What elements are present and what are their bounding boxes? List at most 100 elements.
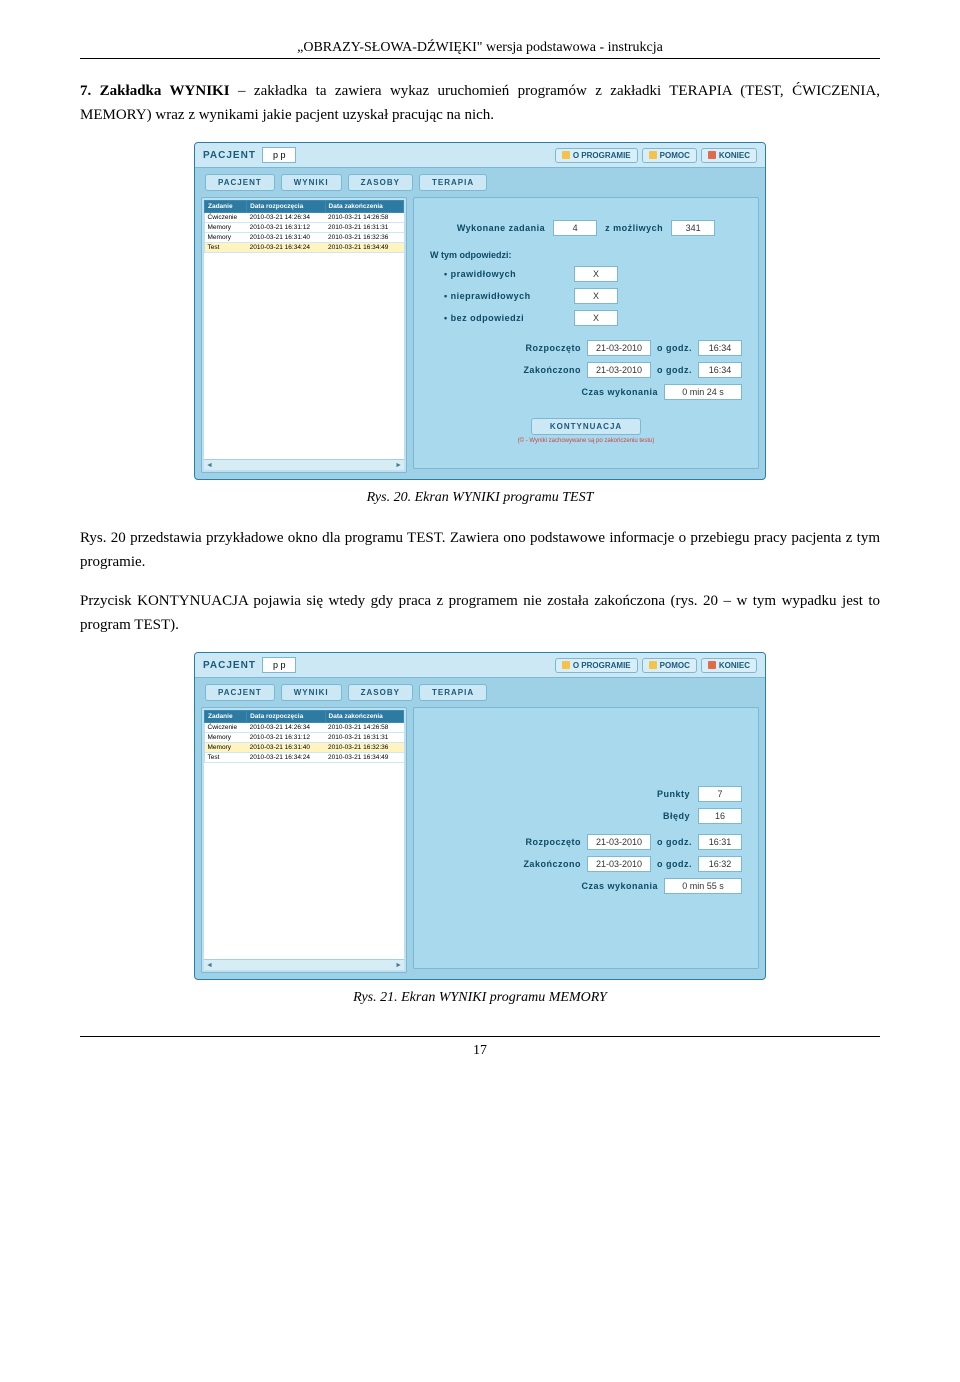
cell: 2010-03-21 16:34:49 [325,243,403,253]
horizontal-scrollbar[interactable]: ◄► [204,959,404,970]
horizontal-scrollbar[interactable]: ◄► [204,459,404,470]
czas-label: Czas wykonania [581,881,658,891]
task-list: Zadanie Data rozpoczęcia Data zakończeni… [201,707,407,973]
pacjent-label: PACJENT [203,660,256,671]
tabs: PACJENT WYNIKI ZASOBY TERAPIA [195,678,765,701]
cell: 2010-03-21 16:31:40 [247,233,325,243]
rozpoczeto-time: 16:34 [698,340,742,356]
table-row-selected[interactable]: Memory2010-03-21 16:31:402010-03-21 16:3… [205,743,404,753]
bezodp-value: X [574,310,618,326]
cell: Memory [205,223,247,233]
th-end[interactable]: Data zakończenia [325,201,403,213]
close-icon [708,661,716,669]
table-header: Zadanie Data rozpoczęcia Data zakończeni… [205,201,404,213]
zakonczono-time: 16:34 [698,362,742,378]
paragraph-2: Rys. 20 przedstawia przykładowe okno dla… [80,526,880,574]
task-table: Zadanie Data rozpoczęcia Data zakończeni… [204,710,404,763]
table-row[interactable]: Memory2010-03-21 16:31:402010-03-21 16:3… [205,233,404,243]
koniec-label: KONIEC [719,661,750,670]
table-row[interactable]: Memory2010-03-21 16:31:122010-03-21 16:3… [205,223,404,233]
oprogramie-button[interactable]: O PROGRAMIE [555,658,638,673]
cell: 2010-03-21 14:26:34 [247,723,325,733]
pomoc-button[interactable]: POMOC [642,658,697,673]
bledy-label: Błędy [663,811,690,821]
chevron-right-icon[interactable]: ► [395,462,402,469]
close-icon [708,151,716,159]
pomoc-button[interactable]: POMOC [642,148,697,163]
th-start[interactable]: Data rozpoczęcia [247,201,325,213]
zakonczono-date: 21-03-2010 [587,362,651,378]
pomoc-label: POMOC [660,151,690,160]
cell: 2010-03-21 14:26:58 [325,723,403,733]
tab-terapia[interactable]: TERAPIA [419,684,487,701]
cell: 2010-03-21 16:31:31 [325,733,403,743]
nieprawidlowych-value: X [574,288,618,304]
tab-zasoby[interactable]: ZASOBY [348,174,413,191]
doc-header: „OBRAZY-SŁOWA-DŹWIĘKI" wersja podstawowa… [80,40,880,59]
cell: Memory [205,233,247,243]
th-zadanie[interactable]: Zadanie [205,201,247,213]
oprogramie-button[interactable]: O PROGRAMIE [555,148,638,163]
th-start[interactable]: Data rozpoczęcia [247,711,325,723]
mozliwych-value: 341 [671,220,715,236]
czas-value: 0 min 24 s [664,384,742,400]
chevron-right-icon[interactable]: ► [395,962,402,969]
koniec-button[interactable]: KONIEC [701,148,757,163]
table-row[interactable]: Memory2010-03-21 16:31:122010-03-21 16:3… [205,733,404,743]
chevron-left-icon[interactable]: ◄ [206,962,213,969]
table-row[interactable]: Test2010-03-21 16:34:242010-03-21 16:34:… [205,753,404,763]
caption-2: Rys. 21. Ekran WYNIKI programu MEMORY [80,990,880,1006]
cell: 2010-03-21 16:34:24 [247,753,325,763]
ogodz2-label: o godz. [657,365,692,375]
paragraph-1: 7. Zakładka WYNIKI – zakładka ta zawiera… [80,79,880,127]
zmozliwych-label: z możliwych [605,223,663,233]
top-bar: PACJENT p p O PROGRAMIE POMOC KONIEC [195,143,765,168]
cell: 2010-03-21 16:32:36 [325,743,403,753]
tab-wyniki[interactable]: WYNIKI [281,684,342,701]
red-note: (© - Wyniki zachowywane są po zakończeni… [430,438,742,444]
cell: Memory [205,743,247,753]
table-row[interactable]: Ćwiczenie2010-03-21 14:26:342010-03-21 1… [205,723,404,733]
help-icon [649,661,657,669]
czas-label: Czas wykonania [581,387,658,397]
pacjent-value: p p [262,147,297,163]
rozpoczeto-date: 21-03-2010 [587,834,651,850]
cell: Test [205,243,247,253]
footer-divider [80,1036,880,1037]
czas-value: 0 min 55 s [664,878,742,894]
zakonczono-date: 21-03-2010 [587,856,651,872]
chevron-left-icon[interactable]: ◄ [206,462,213,469]
table-row[interactable]: Ćwiczenie2010-03-21 14:26:342010-03-21 1… [205,213,404,223]
prawidlowych-value: X [574,266,618,282]
cell: 2010-03-21 16:32:36 [325,233,403,243]
cell: 2010-03-21 16:34:24 [247,243,325,253]
nieprawidlowych-label: • nieprawidłowych [444,291,574,301]
tab-wyniki[interactable]: WYNIKI [281,174,342,191]
text: prawidłowych [451,269,517,279]
wykonane-value: 4 [553,220,597,236]
oprogramie-label: O PROGRAMIE [573,661,631,670]
cell: 2010-03-21 14:26:34 [247,213,325,223]
kontynuacja-button[interactable]: KONTYNUACJA [531,418,641,435]
tab-zasoby[interactable]: ZASOBY [348,684,413,701]
bledy-value: 16 [698,808,742,824]
th-zadanie[interactable]: Zadanie [205,711,247,723]
cell: Memory [205,733,247,743]
tab-pacjent[interactable]: PACJENT [205,174,275,191]
cell: 2010-03-21 16:31:40 [247,743,325,753]
list-fill [204,253,404,459]
info-icon [562,661,570,669]
cell: Ćwiczenie [205,723,247,733]
koniec-button[interactable]: KONIEC [701,658,757,673]
table-row-selected[interactable]: Test2010-03-21 16:34:242010-03-21 16:34:… [205,243,404,253]
table-header: Zadanie Data rozpoczęcia Data zakończeni… [205,711,404,723]
pacjent-label: PACJENT [203,150,256,161]
rozpoczeto-date: 21-03-2010 [587,340,651,356]
th-end[interactable]: Data zakończenia [325,711,403,723]
details-panel: Wykonane zadania 4 z możliwych 341 W tym… [413,197,759,469]
tab-terapia[interactable]: TERAPIA [419,174,487,191]
tab-pacjent[interactable]: PACJENT [205,684,275,701]
page-number: 17 [80,1043,880,1059]
text: bez odpowiedzi [451,313,525,323]
cell: Ćwiczenie [205,213,247,223]
